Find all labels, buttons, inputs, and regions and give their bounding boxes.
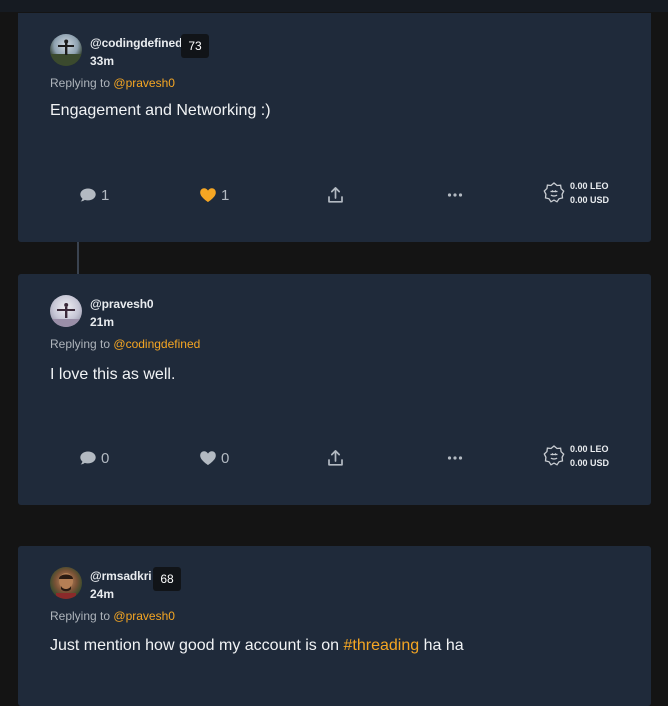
leo-lion-icon [543,445,565,466]
post-username[interactable]: @pravesh0 [90,297,154,311]
comment-count: 0 [101,449,110,467]
heart-icon [200,451,216,465]
avatar-figure-icon [50,303,82,327]
replying-to: Replying to @pravesh0 [50,76,175,90]
hashtag-link[interactable]: #threading [344,637,420,654]
leo-amount: 0.00 LEO [569,444,609,454]
share-icon [328,450,343,466]
avatar[interactable] [50,34,82,66]
usd-amount: 0.00 USD [569,458,609,468]
leo-rewards[interactable]: 0.00 LEO 0.00 USD [542,179,609,207]
avatar-face-icon [56,573,76,599]
post-card: @codingdefined 73 33m Replying to @prave… [18,13,651,242]
top-bar [0,0,668,12]
replying-to: Replying to @pravesh0 [50,609,175,623]
post-body-text: Just mention how good my account is on [50,637,344,654]
comment-icon [80,451,96,465]
more-icon [447,193,463,197]
replying-mention-link[interactable]: @codingdefined [113,337,200,351]
post-time[interactable]: 21m [90,315,114,329]
replying-to: Replying to @codingdefined [50,337,200,351]
comment-button[interactable]: 0 [79,446,109,470]
avatar-figure-icon [50,39,82,66]
post-body: I love this as well. [50,366,176,383]
leo-amount: 0.00 LEO [569,181,609,191]
leo-rewards[interactable]: 0.00 LEO 0.00 USD [542,442,609,470]
post-time[interactable]: 33m [90,54,114,68]
replying-label: Replying to [50,76,111,90]
share-button[interactable] [327,183,344,207]
usd-amount: 0.00 USD [569,195,609,205]
like-button[interactable]: 1 [199,183,229,207]
replying-label: Replying to [50,337,111,351]
like-button[interactable]: 0 [199,446,229,470]
post-body: Engagement and Networking :) [50,102,271,119]
more-options-button[interactable] [447,446,463,470]
comment-icon [80,188,96,202]
like-count: 1 [221,186,230,204]
leo-lion-icon [543,182,565,203]
post-username[interactable]: @codingdefined [90,36,182,50]
reputation-badge: 68 [153,567,181,591]
replying-label: Replying to [50,609,111,623]
post-actions: 0 0 0.00 LEO 0.00 USD [18,444,651,470]
post-body-text-end: ha ha [419,637,464,654]
thread-connector [77,242,79,274]
share-icon [328,187,343,203]
share-button[interactable] [327,446,344,470]
post-card: @pravesh0 21m Replying to @codingdefined… [18,274,651,505]
post-username[interactable]: @rmsadkri [90,569,152,583]
comment-count: 1 [101,186,110,204]
replying-mention-link[interactable]: @pravesh0 [113,76,175,90]
post-actions: 1 1 0.00 LEO 0.00 USD [18,181,651,207]
comment-button[interactable]: 1 [79,183,109,207]
post-card: @rmsadkri 68 24m Replying to @pravesh0 J… [18,546,651,706]
replying-mention-link[interactable]: @pravesh0 [113,609,175,623]
post-time[interactable]: 24m [90,587,114,601]
more-options-button[interactable] [447,183,463,207]
post-body: Just mention how good my account is on #… [50,637,464,655]
like-count: 0 [221,449,230,467]
heart-icon [200,188,216,202]
avatar[interactable] [50,567,82,599]
more-icon [447,456,463,460]
reputation-badge: 73 [181,34,209,58]
avatar[interactable] [50,295,82,327]
